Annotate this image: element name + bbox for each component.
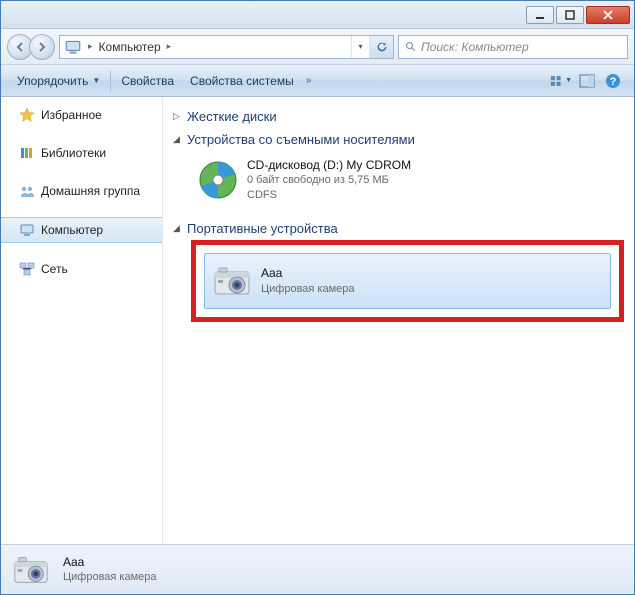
sidebar-label: Библиотеки [41,146,106,160]
content-pane: ▷ Жесткие диски ◢ Устройства со съемными… [163,97,634,544]
sidebar-item-libraries[interactable]: Библиотеки [1,141,162,165]
view-options-button[interactable]: ▼ [550,70,572,92]
sidebar-label: Компьютер [41,223,103,237]
device-cdrom[interactable]: CD-дисковод (D:) My CDROM 0 байт свободн… [191,151,624,209]
group-title: Жесткие диски [187,109,277,124]
sidebar-item-computer[interactable]: Компьютер [1,217,162,243]
sidebar-label: Домашняя группа [41,184,140,198]
search-placeholder: Поиск: Компьютер [421,40,529,54]
address-dropdown[interactable]: ▾ [351,36,369,58]
explorer-window: ▸ Компьютер ▸ ▾ Поиск: Компьютер Упорядо… [0,0,635,595]
segment-chevron-icon[interactable]: ▸ [165,41,174,52]
search-input[interactable]: Поиск: Компьютер [398,35,628,59]
device-camera[interactable]: Aaa Цифровая камера [204,253,611,309]
device-filesystem: CDFS [247,188,411,203]
computer-icon [19,222,35,238]
device-title: CD-дисковод (D:) My CDROM [247,157,411,173]
sidebar-label: Избранное [41,108,102,122]
refresh-button[interactable] [369,36,393,58]
organize-button[interactable]: Упорядочить▼ [9,70,108,92]
nav-buttons [7,34,55,60]
root-chevron-icon[interactable]: ▸ [86,41,95,52]
help-button[interactable]: ? [602,70,624,92]
details-pane: Aaa Цифровая камера [1,544,634,594]
sidebar-label: Сеть [41,262,68,276]
device-subtitle: Цифровая камера [261,282,355,297]
minimize-button[interactable] [526,6,554,24]
body-area: Избранное Библиотеки Домашняя группа Ком… [1,97,634,544]
library-icon [19,145,35,161]
separator [110,71,111,91]
sidebar-item-favorites[interactable]: Избранное [1,103,162,127]
group-header-portable[interactable]: ◢ Портативные устройства [173,217,624,240]
group-title: Устройства со съемными носителями [187,132,415,147]
system-properties-button[interactable]: Свойства системы [182,70,302,92]
titlebar [1,1,634,29]
navigation-bar: ▸ Компьютер ▸ ▾ Поиск: Компьютер [1,29,634,65]
address-bar[interactable]: ▸ Компьютер ▸ ▾ [59,35,394,59]
address-segment[interactable]: Компьютер [95,40,165,54]
chevron-down-icon: ▼ [92,76,100,85]
cd-icon [197,159,239,201]
status-title: Aaa [63,555,157,571]
group-header-removable[interactable]: ◢ Устройства со съемными носителями [173,128,624,151]
computer-icon [64,38,82,56]
network-icon [19,261,35,277]
device-subtitle: 0 байт свободно из 5,75 МБ [247,173,411,188]
forward-button[interactable] [29,34,55,60]
camera-icon [211,260,253,302]
homegroup-icon [19,183,35,199]
annotation-highlight: Aaa Цифровая камера [191,240,624,322]
search-icon [405,41,417,53]
close-button[interactable] [586,6,630,24]
navigation-pane: Избранное Библиотеки Домашняя группа Ком… [1,97,163,544]
device-title: Aaa [261,265,355,281]
properties-button[interactable]: Свойства [113,70,182,92]
collapse-caret-icon: ◢ [173,134,183,145]
group-header-hdd[interactable]: ▷ Жесткие диски [173,105,624,128]
sidebar-item-homegroup[interactable]: Домашняя группа [1,179,162,203]
group-title: Портативные устройства [187,221,338,236]
maximize-button[interactable] [556,6,584,24]
expand-caret-icon: ▷ [173,111,183,122]
camera-icon [11,550,51,590]
star-icon [19,107,35,123]
toolbar: Упорядочить▼ Свойства Свойства системы »… [1,65,634,97]
chevron-down-icon: ▼ [565,77,572,84]
collapse-caret-icon: ◢ [173,223,183,234]
sidebar-item-network[interactable]: Сеть [1,257,162,281]
preview-pane-button[interactable] [576,70,598,92]
svg-text:?: ? [610,76,617,88]
toolbar-overflow[interactable]: » [302,75,316,86]
status-subtitle: Цифровая камера [63,570,157,584]
